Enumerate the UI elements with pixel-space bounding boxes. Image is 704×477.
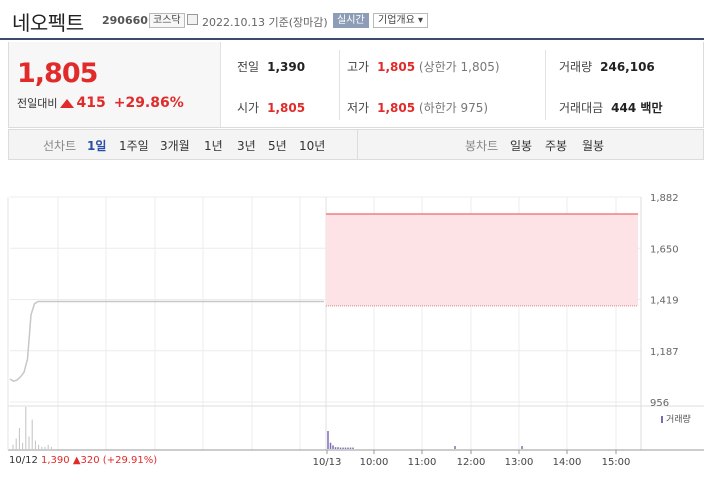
chart-tabs: 선차트 1일 1주일 3개월 1년 3년 5년 10년 봉차트 일봉 주봉 월봉 (8, 129, 704, 160)
line-chart-label: 선차트 (43, 139, 77, 153)
today-range-band (326, 214, 638, 306)
open-price: 시가 1,805 (237, 101, 306, 115)
y-tick-label: 1,882 (650, 193, 679, 204)
volume-legend: 거래량 (661, 412, 691, 425)
quote-panel: 1,805 전일대비 415 +29.86% 전일 1,390 시가 1,805 고가 1… (8, 42, 704, 128)
tab-1w[interactable]: 1주일 (119, 137, 149, 154)
tab-3m[interactable]: 3개월 (160, 137, 190, 154)
current-price: 1,805 (17, 58, 98, 89)
x-tick-label: 10:00 (360, 457, 389, 468)
calendar-icon (187, 14, 198, 25)
y-tick-label: 1,650 (650, 244, 679, 255)
realtime-button[interactable]: 실시간 (333, 13, 369, 28)
company-overview-dropdown[interactable]: 기업개요 ▾ (373, 13, 428, 28)
tab-daily[interactable]: 일봉 (510, 137, 532, 154)
stock-name: 네오펙트 (12, 11, 84, 35)
up-arrow-icon (60, 99, 75, 108)
x-tick-label: 10/13 (313, 457, 342, 468)
x-tick-label: 15:00 (602, 457, 631, 468)
tab-10y[interactable]: 10년 (299, 137, 325, 154)
stock-code: 290660 (102, 14, 148, 27)
price-change: 전일대비 415 +29.86% (17, 95, 184, 111)
tab-1d[interactable]: 1일 (87, 137, 106, 154)
prev-day-summary: 10/12 1,390 ▲320 (+29.91%) (9, 455, 158, 466)
intraday-chart: 1,882 1,650 1,419 1,187 956 10/13 10:00 11:00 12… (7, 193, 704, 468)
tab-weekly[interactable]: 주봉 (545, 137, 567, 154)
x-tick-label: 14:00 (553, 457, 582, 468)
price-box: 1,805 전일대비 415 +29.86% (9, 42, 221, 127)
x-tick-label: 11:00 (408, 457, 437, 468)
stock-header: 네오펙트 290660 코스닥 2022.10.13 기준(장마감) 실시간 기… (0, 0, 704, 40)
trade-value: 거래대금 444 백만 (559, 101, 663, 115)
quote-date: 2022.10.13 기준(장마감) (202, 16, 328, 29)
y-tick-label: 956 (650, 398, 669, 409)
y-tick-label: 1,187 (650, 347, 679, 358)
tab-5y[interactable]: 5년 (268, 137, 287, 154)
prev-day-price-line (9, 300, 324, 383)
tab-1y[interactable]: 1년 (204, 137, 223, 154)
market-badge: 코스닥 (149, 13, 185, 28)
prev-close: 전일 1,390 (237, 60, 306, 74)
tab-3y[interactable]: 3년 (237, 137, 256, 154)
x-tick-label: 13:00 (505, 457, 534, 468)
candle-chart-label: 봉차트 (465, 139, 499, 153)
volume-swatch (661, 416, 663, 423)
volume: 거래량 246,106 (559, 60, 655, 74)
low-price: 저가 1,805 (하한가 975) (347, 101, 489, 115)
high-price: 고가 1,805 (상한가 1,805) (347, 60, 500, 74)
y-tick-label: 1,419 (650, 296, 679, 307)
tab-monthly[interactable]: 월봉 (582, 137, 604, 154)
x-tick-label: 12:00 (457, 457, 486, 468)
